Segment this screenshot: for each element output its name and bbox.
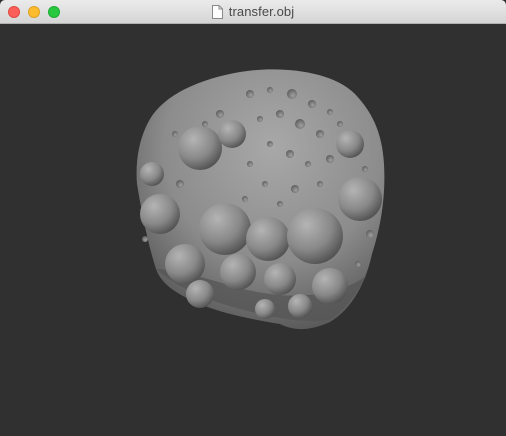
title-bar[interactable]: transfer.obj xyxy=(0,0,506,24)
window-title: transfer.obj xyxy=(228,4,295,19)
asteroid-model xyxy=(136,69,385,330)
app-window: transfer.obj xyxy=(0,0,506,436)
3d-viewport[interactable] xyxy=(0,24,506,436)
document-icon xyxy=(211,4,223,19)
window-title-group: transfer.obj xyxy=(0,0,506,23)
